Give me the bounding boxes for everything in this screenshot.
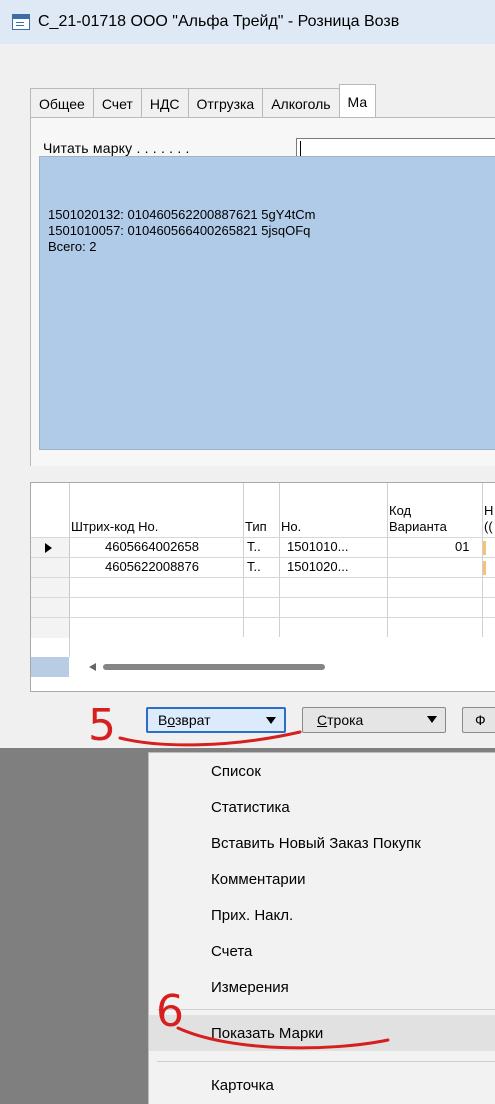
marks-tab-panel: Читать марку . . . . . . . 1501020132: 0… (30, 117, 495, 466)
return-dropdown-menu: Список Статистика Вставить Новый Заказ П… (148, 752, 495, 1104)
menu-item-list[interactable]: Список (149, 753, 495, 789)
horizontal-scrollbar[interactable] (69, 657, 495, 677)
menu-item-statistics[interactable]: Статистика (149, 789, 495, 825)
tab-alcohol[interactable]: Алкоголь (262, 88, 340, 119)
column-header-variant-1[interactable]: Код (389, 503, 411, 519)
scanned-mark-line: 1501010057: 010460566400265821 5jsqOFq (48, 223, 311, 238)
tab-vat[interactable]: НДС (140, 88, 189, 119)
scroll-thumb[interactable] (103, 664, 325, 670)
table-row[interactable] (31, 577, 495, 598)
cell-extra-flag (483, 541, 486, 555)
tab-general[interactable]: Общее (30, 88, 94, 119)
cell-variant[interactable]: 01 (455, 539, 469, 554)
row-selector[interactable] (31, 578, 70, 598)
grid-corner (31, 657, 69, 677)
table-row[interactable] (31, 597, 495, 618)
menu-item-card[interactable]: Карточка (149, 1067, 495, 1103)
row-selector[interactable] (31, 618, 70, 638)
menu-item-dimensions[interactable]: Измерения (149, 969, 495, 1005)
cell-no[interactable]: 1501020... (287, 559, 348, 574)
window-title: С_21-01718 ООО "Альфа Трейд" - Розница В… (38, 13, 400, 30)
table-row[interactable] (31, 617, 495, 638)
return-menu-button[interactable]: Возврат (146, 707, 286, 733)
cell-type[interactable]: Т.. (247, 559, 261, 574)
menu-item-receipts[interactable]: Прих. Накл. (149, 897, 495, 933)
current-row-marker[interactable] (31, 538, 70, 558)
menu-item-invoices[interactable]: Счета (149, 933, 495, 969)
document-window: С_21-01718 ООО "Альфа Трейд" - Розница В… (0, 0, 495, 748)
functions-menu-button[interactable]: Ф (462, 707, 495, 733)
scanned-marks-box[interactable]: 1501020132: 010460562200887621 5gY4tCm 1… (39, 156, 495, 450)
tab-account[interactable]: Счет (92, 88, 142, 119)
table-row[interactable]: 4605622008876 Т.. 1501020... (31, 557, 495, 578)
scroll-left-icon[interactable] (89, 663, 96, 671)
tab-strip: Общее Счет НДС Отгрузка Алкоголь Ма (30, 84, 377, 119)
read-mark-label: Читать марку . . . . . . . (43, 140, 190, 156)
column-header-extra-1[interactable]: Н (484, 503, 493, 519)
scanned-mark-line: 1501020132: 010460562200887621 5gY4tCm (48, 207, 316, 222)
lines-grid[interactable]: Штрих-код Но. Тип Но. Код Варианта Н (( … (30, 482, 495, 692)
cell-no[interactable]: 1501010... (287, 539, 348, 554)
menu-item-show-marks[interactable]: Показать Марки (149, 1015, 495, 1051)
chevron-down-icon (266, 717, 276, 724)
column-header-no[interactable]: Но. (281, 519, 301, 535)
line-menu-button[interactable]: Строка (302, 707, 446, 733)
cell-type[interactable]: Т.. (247, 539, 261, 554)
row-selector[interactable] (31, 598, 70, 618)
cell-barcode[interactable]: 4605622008876 (105, 559, 199, 574)
cell-barcode[interactable]: 4605664002658 (105, 539, 199, 554)
chevron-down-icon (427, 716, 437, 723)
menu-separator (157, 1061, 495, 1062)
tab-shipment[interactable]: Отгрузка (187, 88, 264, 119)
table-row[interactable]: 4605664002658 Т.. 1501010... 01 (31, 537, 495, 558)
menu-item-insert-purchase-order[interactable]: Вставить Новый Заказ Покупк (149, 825, 495, 861)
menu-item-comments[interactable]: Комментарии (149, 861, 495, 897)
column-header-barcode[interactable]: Штрих-код Но. (71, 519, 158, 535)
cell-extra-flag (483, 561, 486, 575)
column-header-extra-2[interactable]: (( (484, 519, 493, 535)
table-window-icon (12, 14, 30, 30)
column-header-type[interactable]: Тип (245, 519, 267, 535)
marks-total: Всего: 2 (48, 239, 97, 254)
menu-separator (157, 1009, 495, 1010)
tab-marks[interactable]: Ма (338, 84, 377, 119)
column-header-variant-2[interactable]: Варианта (389, 519, 447, 535)
row-selector[interactable] (31, 558, 70, 578)
title-bar[interactable]: С_21-01718 ООО "Альфа Трейд" - Розница В… (0, 0, 495, 44)
